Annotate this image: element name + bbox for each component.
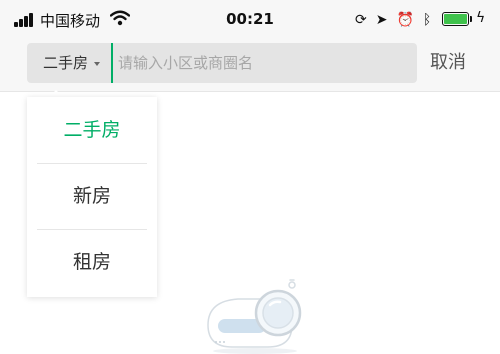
status-bar: 中国移动 00:21 ⟳ ➤ ⏰ ᛒ ϟ — [0, 0, 500, 40]
search-input[interactable] — [111, 43, 406, 83]
caret-down-icon — [94, 61, 101, 66]
dropdown-item-xinfang[interactable]: 新房 — [27, 163, 157, 229]
location-icon: ➤ — [375, 12, 388, 28]
charging-icon: ϟ — [476, 10, 486, 26]
bluetooth-icon: ᛒ — [422, 12, 432, 28]
search-empty-illustration — [207, 279, 302, 354]
battery-icon — [442, 12, 469, 26]
search-box: 二手房 — [27, 43, 417, 83]
house-type-selector[interactable]: 二手房 — [43, 43, 101, 83]
alarm-icon: ⏰ — [396, 12, 414, 28]
house-type-label: 二手房 — [43, 54, 89, 72]
dropdown-pointer — [49, 90, 63, 97]
house-type-dropdown: 二手房 新房 租房 — [27, 97, 157, 297]
dropdown-item-ershoufang[interactable]: 二手房 — [27, 97, 157, 163]
cancel-button[interactable]: 取消 — [430, 43, 466, 83]
search-header: 二手房 取消 — [0, 40, 500, 92]
dropdown-item-zufang[interactable]: 租房 — [27, 229, 157, 295]
screen-lock-icon: ⟳ — [355, 12, 367, 28]
